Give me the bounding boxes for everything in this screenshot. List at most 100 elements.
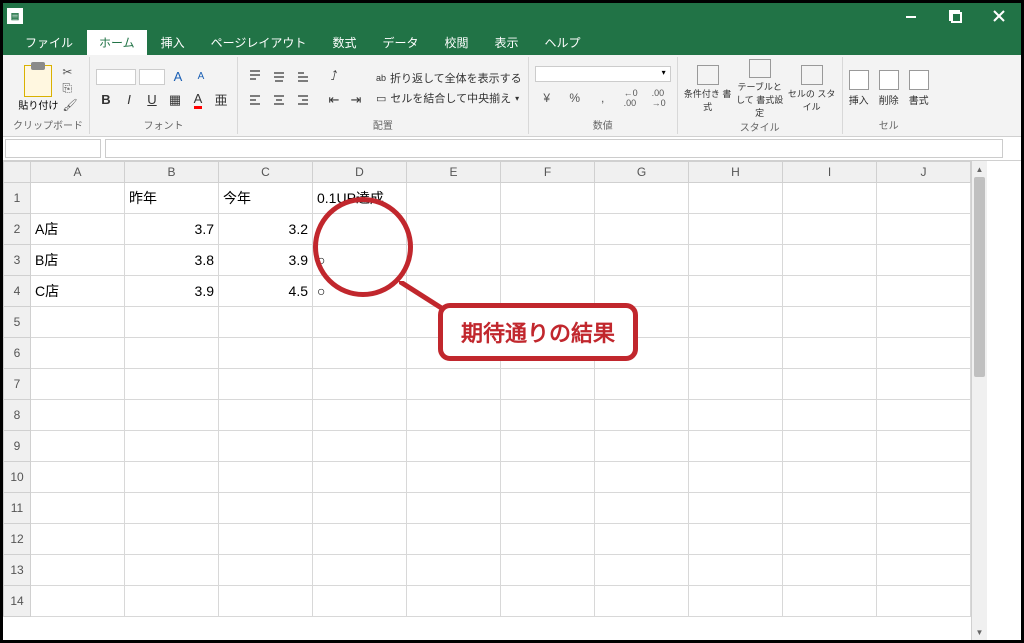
cell-H12[interactable] (689, 524, 783, 555)
cell-F5[interactable] (501, 307, 595, 338)
cell-I4[interactable] (783, 276, 877, 307)
cell-J4[interactable] (877, 276, 971, 307)
cell-B14[interactable] (125, 586, 219, 617)
cell-C6[interactable] (219, 338, 313, 369)
cell-D1[interactable]: 0.1UP達成 (313, 183, 407, 214)
paste-button[interactable]: 貼り付け (18, 65, 58, 112)
cell-E13[interactable] (407, 555, 501, 586)
increase-indent-button[interactable]: ⇥ (346, 90, 366, 110)
cell-B6[interactable] (125, 338, 219, 369)
cell-A10[interactable] (31, 462, 125, 493)
tab-formulas[interactable]: 数式 (320, 30, 368, 55)
font-name-box[interactable] (96, 69, 136, 85)
maximize-button[interactable] (937, 4, 973, 28)
grow-font-button[interactable]: A (168, 67, 188, 87)
close-button[interactable] (981, 4, 1017, 28)
row-header-8[interactable]: 8 (3, 400, 31, 431)
cell-I14[interactable] (783, 586, 877, 617)
align-right-button[interactable] (292, 89, 314, 111)
row-header-13[interactable]: 13 (3, 555, 31, 586)
cell-G2[interactable] (595, 214, 689, 245)
tab-home[interactable]: ホーム (87, 30, 147, 55)
select-all-corner[interactable] (3, 161, 31, 183)
cell-B13[interactable] (125, 555, 219, 586)
row-header-3[interactable]: 3 (3, 245, 31, 276)
cell-I5[interactable] (783, 307, 877, 338)
vertical-scrollbar[interactable]: ▲ ▼ (971, 161, 987, 640)
cell-A11[interactable] (31, 493, 125, 524)
cell-F8[interactable] (501, 400, 595, 431)
col-header-B[interactable]: B (125, 161, 219, 183)
row-header-6[interactable]: 6 (3, 338, 31, 369)
cell-G5[interactable] (595, 307, 689, 338)
row-header-10[interactable]: 10 (3, 462, 31, 493)
cell-D11[interactable] (313, 493, 407, 524)
cell-I11[interactable] (783, 493, 877, 524)
tab-help[interactable]: ヘルプ (533, 30, 593, 55)
scroll-thumb[interactable] (974, 177, 985, 377)
fill-color-button[interactable]: A (188, 90, 208, 110)
row-header-4[interactable]: 4 (3, 276, 31, 307)
percent-button[interactable]: % (563, 86, 587, 110)
col-header-J[interactable]: J (877, 161, 971, 183)
row-header-2[interactable]: 2 (3, 214, 31, 245)
format-painter-icon[interactable]: 🖌 (62, 98, 77, 112)
decrease-decimal-button[interactable]: .00→0 (647, 86, 671, 110)
delete-cells-button[interactable]: 削除 (879, 70, 899, 107)
bold-button[interactable]: B (96, 90, 116, 110)
orientation-button[interactable]: ⭜ (324, 66, 344, 86)
cell-F11[interactable] (501, 493, 595, 524)
row-header-12[interactable]: 12 (3, 524, 31, 555)
cell-C5[interactable] (219, 307, 313, 338)
cell-H14[interactable] (689, 586, 783, 617)
cell-A13[interactable] (31, 555, 125, 586)
wrap-text-button[interactable]: ab折り返して全体を表示する (376, 70, 522, 86)
cell-H10[interactable] (689, 462, 783, 493)
cell-A5[interactable] (31, 307, 125, 338)
tab-file[interactable]: ファイル (13, 30, 85, 55)
cell-C9[interactable] (219, 431, 313, 462)
cell-D3[interactable]: ○ (313, 245, 407, 276)
minimize-button[interactable] (893, 4, 929, 28)
cell-I7[interactable] (783, 369, 877, 400)
cell-F3[interactable] (501, 245, 595, 276)
cell-H13[interactable] (689, 555, 783, 586)
cell-D9[interactable] (313, 431, 407, 462)
cell-I8[interactable] (783, 400, 877, 431)
cell-I13[interactable] (783, 555, 877, 586)
cell-G7[interactable] (595, 369, 689, 400)
cell-D8[interactable] (313, 400, 407, 431)
cell-A8[interactable] (31, 400, 125, 431)
copy-icon[interactable]: ⎘ (62, 81, 77, 96)
cell-H6[interactable] (689, 338, 783, 369)
cell-D12[interactable] (313, 524, 407, 555)
cell-H11[interactable] (689, 493, 783, 524)
tab-review[interactable]: 校閲 (432, 30, 480, 55)
decrease-indent-button[interactable]: ⇤ (324, 90, 344, 110)
cell-B8[interactable] (125, 400, 219, 431)
cell-C11[interactable] (219, 493, 313, 524)
cell-H5[interactable] (689, 307, 783, 338)
name-box[interactable] (5, 139, 101, 158)
cell-B12[interactable] (125, 524, 219, 555)
format-cells-button[interactable]: 書式 (909, 70, 929, 107)
cell-I12[interactable] (783, 524, 877, 555)
cell-styles-button[interactable]: セルの スタイル (788, 59, 836, 119)
cell-I3[interactable] (783, 245, 877, 276)
increase-decimal-button[interactable]: ←0.00 (619, 86, 643, 110)
cell-D7[interactable] (313, 369, 407, 400)
cell-C8[interactable] (219, 400, 313, 431)
cell-G3[interactable] (595, 245, 689, 276)
cell-A7[interactable] (31, 369, 125, 400)
cell-E9[interactable] (407, 431, 501, 462)
cell-A4[interactable]: C店 (31, 276, 125, 307)
cell-B10[interactable] (125, 462, 219, 493)
cell-A1[interactable] (31, 183, 125, 214)
cell-I6[interactable] (783, 338, 877, 369)
cell-F14[interactable] (501, 586, 595, 617)
cell-H3[interactable] (689, 245, 783, 276)
cell-H8[interactable] (689, 400, 783, 431)
scroll-up-arrow[interactable]: ▲ (972, 161, 987, 177)
cell-J6[interactable] (877, 338, 971, 369)
cell-J11[interactable] (877, 493, 971, 524)
